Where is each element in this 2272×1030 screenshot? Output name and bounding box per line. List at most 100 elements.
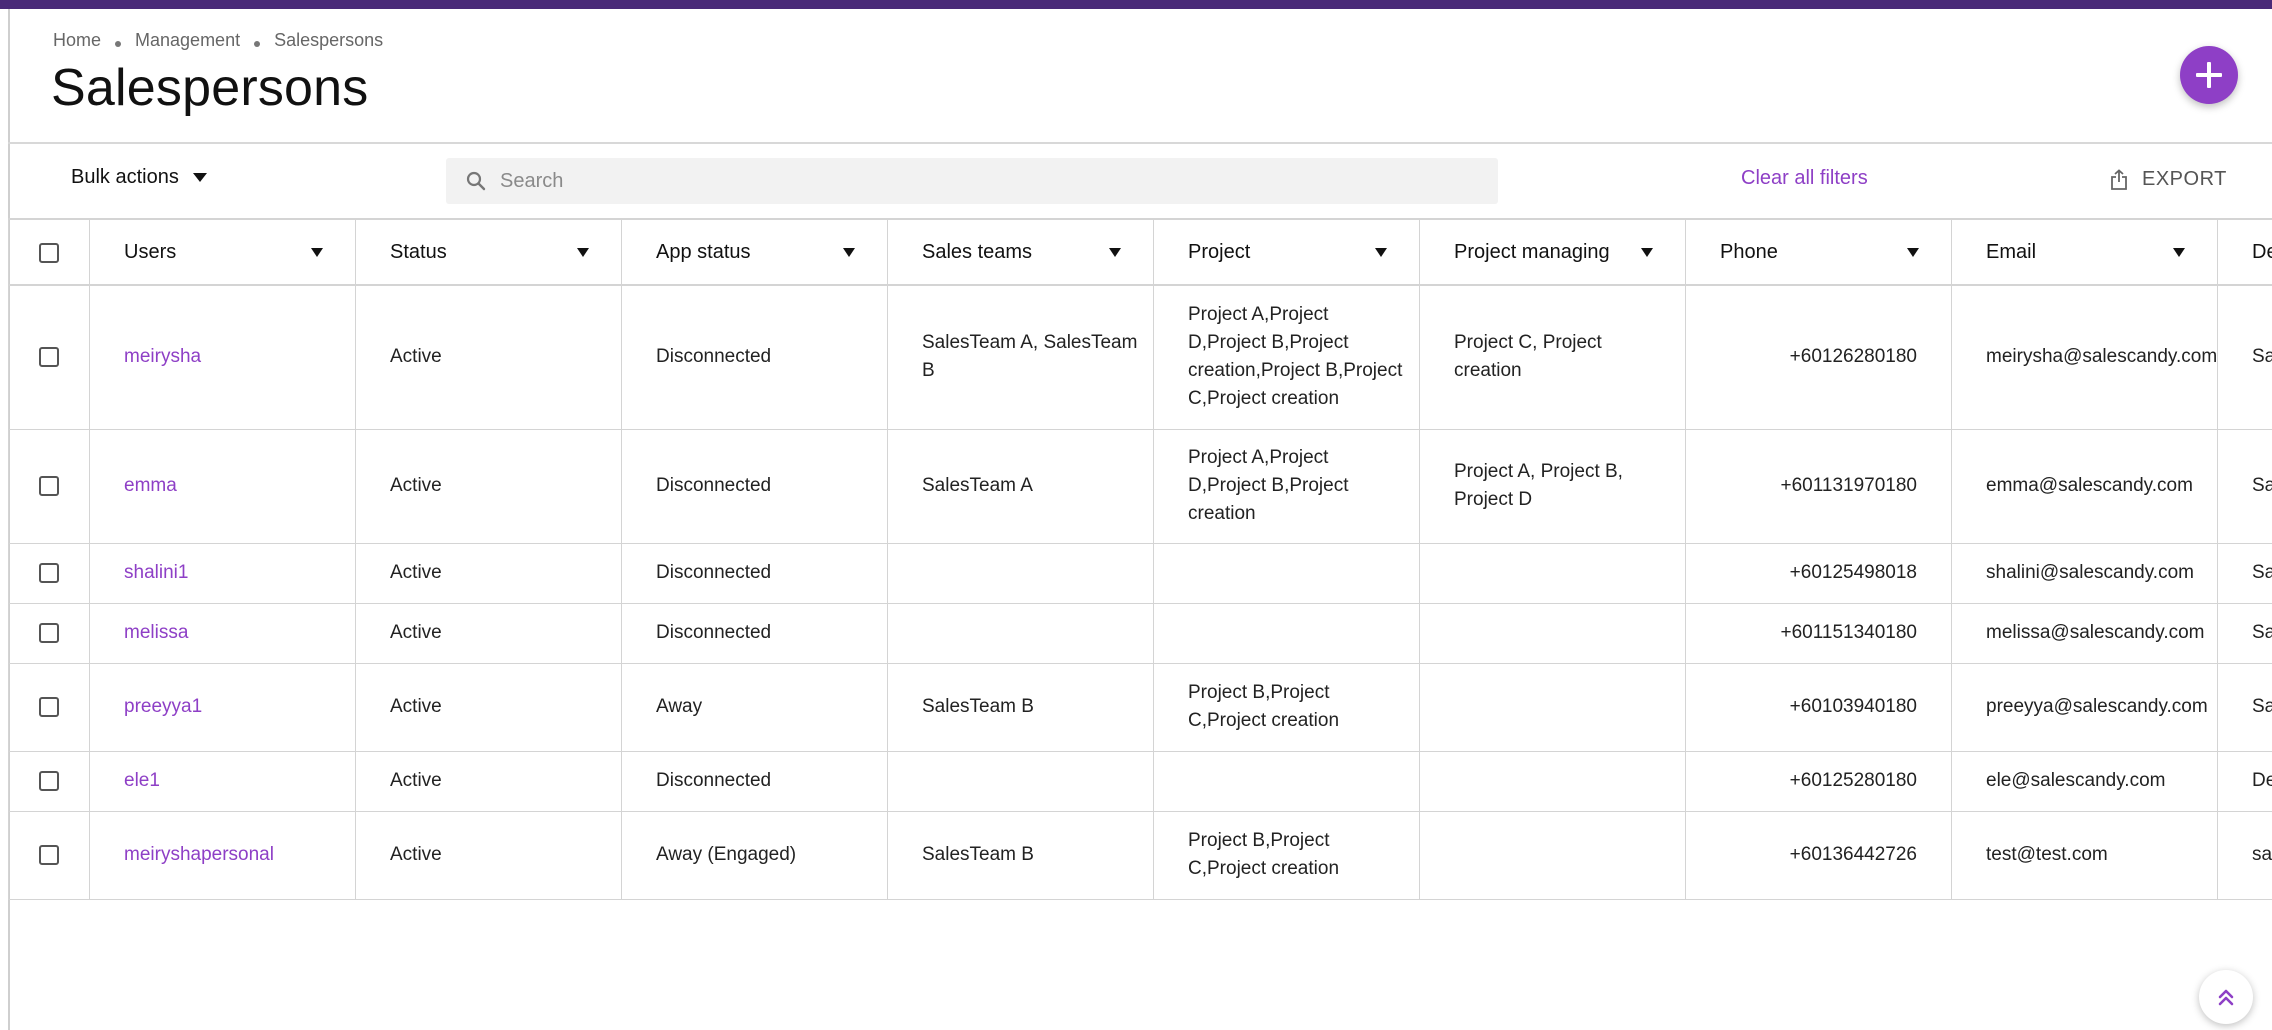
phone-cell: +60125498018 <box>1685 542 1952 604</box>
user-link[interactable]: shalini1 <box>124 562 188 583</box>
cut-off-cell: Sa <box>2217 428 2272 544</box>
user-cell: meiryshapersonal <box>89 810 356 900</box>
phone-cell: +601131970180 <box>1685 428 1952 544</box>
column-header-label: Users <box>124 241 177 263</box>
plus-icon <box>2196 62 2222 88</box>
row-checkbox[interactable] <box>39 622 59 643</box>
table-row[interactable]: meiryshapersonal Active Away (Engaged) S… <box>8 810 2272 900</box>
status-cell: Active <box>355 662 622 752</box>
user-cell: ele1 <box>89 750 356 812</box>
scroll-to-top-button[interactable] <box>2199 970 2253 1024</box>
project-cell <box>1153 602 1420 664</box>
export-button[interactable]: EXPORT <box>2110 168 2227 191</box>
column-header-project-managing[interactable]: Project managing <box>1419 218 1686 286</box>
sales-teams-cell <box>887 542 1154 604</box>
breadcrumb-separator <box>115 40 122 47</box>
status-cell: Active <box>355 810 622 900</box>
row-select-cell <box>8 602 90 664</box>
breadcrumb-home[interactable]: Home <box>53 30 101 51</box>
sales-teams-cell: SalesTeam A <box>887 428 1154 544</box>
row-checkbox[interactable] <box>39 347 59 368</box>
column-header-email[interactable]: Email <box>1951 218 2218 286</box>
app-status-cell: Disconnected <box>621 750 888 812</box>
breadcrumb-management[interactable]: Management <box>135 30 240 51</box>
filter-caret-icon[interactable] <box>1109 247 1121 257</box>
cut-off-cell: Sa <box>2217 284 2272 430</box>
column-header-label: Email <box>1986 241 2037 263</box>
row-checkbox[interactable] <box>39 475 59 496</box>
column-header-users[interactable]: Users <box>89 218 356 286</box>
column-header-status[interactable]: Status <box>355 218 622 286</box>
email-cell: emma@salescandy.com <box>1951 428 2218 544</box>
user-link[interactable]: preeyya1 <box>124 696 202 717</box>
table-row[interactable]: meirysha Active Disconnected SalesTeam A… <box>8 284 2272 430</box>
status-cell: Active <box>355 602 622 664</box>
add-salesperson-button[interactable] <box>2180 46 2238 104</box>
column-header-cut-off[interactable]: De <box>2217 218 2272 286</box>
double-chevron-up-icon <box>2218 989 2234 1006</box>
phone-cell: +601151340180 <box>1685 602 1952 664</box>
project-cell: Project B,Project C,Project creation <box>1153 662 1420 752</box>
column-header-sales-teams[interactable]: Sales teams <box>887 218 1154 286</box>
project-managing-cell <box>1419 810 1686 900</box>
status-cell: Active <box>355 284 622 430</box>
filter-caret-icon[interactable] <box>843 247 855 257</box>
project-managing-cell <box>1419 662 1686 752</box>
search-bar[interactable] <box>446 158 1498 204</box>
status-cell: Active <box>355 428 622 544</box>
phone-cell: +60136442726 <box>1685 810 1952 900</box>
table-row[interactable]: melissa Active Disconnected +60115134018… <box>8 602 2272 664</box>
filter-caret-icon[interactable] <box>1375 247 1387 257</box>
select-all-checkbox[interactable] <box>39 242 59 263</box>
user-link[interactable]: meiryshapersonal <box>124 844 274 865</box>
column-header-phone[interactable]: Phone <box>1685 218 1952 286</box>
row-select-cell <box>8 750 90 812</box>
user-link[interactable]: meirysha <box>124 346 201 367</box>
email-cell: shalini@salescandy.com <box>1951 542 2218 604</box>
row-checkbox[interactable] <box>39 696 59 717</box>
user-link[interactable]: ele1 <box>124 770 160 791</box>
app-status-cell: Disconnected <box>621 542 888 604</box>
bulk-actions-label: Bulk actions <box>71 166 179 188</box>
column-header-app-status[interactable]: App status <box>621 218 888 286</box>
row-select-cell <box>8 810 90 900</box>
row-checkbox[interactable] <box>39 844 59 865</box>
filter-caret-icon[interactable] <box>2173 247 2185 257</box>
cut-off-cell: Sa <box>2217 542 2272 604</box>
export-label: EXPORT <box>2142 168 2227 190</box>
table-row[interactable]: emma Active Disconnected SalesTeam A Pro… <box>8 428 2272 544</box>
caret-down-icon <box>192 173 207 182</box>
table-row[interactable]: preeyya1 Active Away SalesTeam B Project… <box>8 662 2272 752</box>
column-header-label: Phone <box>1720 241 1778 263</box>
user-link[interactable]: emma <box>124 475 177 496</box>
app-status-cell: Disconnected <box>621 602 888 664</box>
column-header-label: App status <box>656 241 751 263</box>
user-cell: emma <box>89 428 356 544</box>
filter-caret-icon[interactable] <box>1907 247 1919 257</box>
user-link[interactable]: melissa <box>124 622 188 643</box>
phone-cell: +60125280180 <box>1685 750 1952 812</box>
row-checkbox[interactable] <box>39 562 59 583</box>
project-managing-cell <box>1419 750 1686 812</box>
table-row[interactable]: ele1 Active Disconnected +60125280180 el… <box>8 750 2272 812</box>
user-cell: melissa <box>89 602 356 664</box>
page-title: Salespersons <box>51 59 369 117</box>
filter-caret-icon[interactable] <box>577 247 589 257</box>
table-row[interactable]: shalini1 Active Disconnected +6012549801… <box>8 542 2272 604</box>
column-header-project[interactable]: Project <box>1153 218 1420 286</box>
cut-off-cell: sa <box>2217 810 2272 900</box>
clear-all-filters-link[interactable]: Clear all filters <box>1741 167 1868 190</box>
project-cell: Project A,Project D,Project B,Project cr… <box>1153 428 1420 544</box>
filter-caret-icon[interactable] <box>1641 247 1653 257</box>
search-input[interactable] <box>500 169 1460 193</box>
sales-teams-cell: SalesTeam A, SalesTeam B <box>887 284 1154 430</box>
sales-teams-cell: SalesTeam B <box>887 662 1154 752</box>
row-checkbox[interactable] <box>39 770 59 791</box>
row-select-cell <box>8 662 90 752</box>
user-cell: shalini1 <box>89 542 356 604</box>
filter-caret-icon[interactable] <box>311 247 323 257</box>
app-status-cell: Disconnected <box>621 284 888 430</box>
breadcrumb-separator <box>254 40 261 47</box>
email-cell: ele@salescandy.com <box>1951 750 2218 812</box>
bulk-actions-dropdown[interactable]: Bulk actions <box>71 166 207 189</box>
